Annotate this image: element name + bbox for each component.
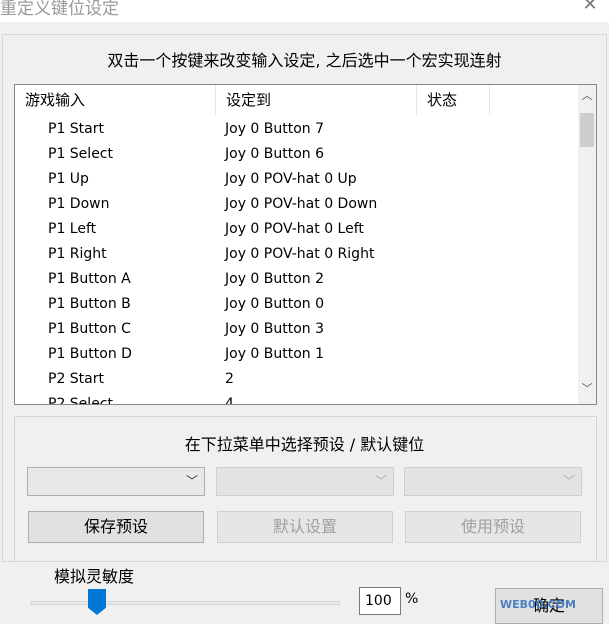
list-item[interactable]: P1 Left Joy 0 POV-hat 0 Left xyxy=(15,217,575,242)
list-item[interactable]: P2 Select 4 xyxy=(15,392,575,405)
list-item[interactable]: P1 Button D Joy 0 Button 1 xyxy=(15,342,575,367)
game-input-cell: P2 Start xyxy=(48,371,104,387)
list-item[interactable]: P2 Start 2 xyxy=(15,367,575,392)
game-input-cell: P1 Select xyxy=(48,146,113,162)
mapped-to-cell: Joy 0 POV-hat 0 Right xyxy=(225,246,375,262)
chevron-down-icon: ﹀ xyxy=(374,474,387,488)
window-title: 重定义键位设定 xyxy=(0,0,119,19)
game-input-cell: P2 Select xyxy=(48,396,113,405)
list-rows: P1 Start Joy 0 Button 7 P1 Select Joy 0 Bu… xyxy=(15,117,575,405)
percent-unit: % xyxy=(405,591,419,607)
column-header-game-input[interactable]: 游戏输入 xyxy=(15,85,216,115)
game-input-cell: P1 Button D xyxy=(48,346,132,362)
mapped-to-cell: 2 xyxy=(225,371,234,387)
mapped-to-cell: 4 xyxy=(225,396,234,405)
preset-dropdown[interactable]: ﹀ xyxy=(27,467,205,496)
game-input-cell: P1 Button B xyxy=(48,296,131,312)
sensitivity-value-input[interactable]: 100 xyxy=(359,587,401,615)
chevron-down-icon[interactable]: ﹀ xyxy=(578,380,596,398)
title-bar: 重定义键位设定 ✕ xyxy=(0,0,609,22)
list-item[interactable]: P1 Up Joy 0 POV-hat 0 Up xyxy=(15,167,575,192)
list-item[interactable]: P1 Right Joy 0 POV-hat 0 Right xyxy=(15,242,575,267)
game-input-cell: P1 Up xyxy=(48,171,89,187)
column-header-status[interactable]: 状态 xyxy=(417,85,490,115)
game-input-cell: P1 Right xyxy=(48,246,107,262)
list-item[interactable]: P1 Button A Joy 0 Button 2 xyxy=(15,267,575,292)
mapped-to-cell: Joy 0 Button 6 xyxy=(225,146,325,162)
list-item[interactable]: P1 Down Joy 0 POV-hat 0 Down xyxy=(15,192,575,217)
game-input-cell: P1 Button A xyxy=(48,271,131,287)
close-icon[interactable]: ✕ xyxy=(577,0,603,16)
preset-dropdown-2[interactable]: ﹀ xyxy=(216,467,394,496)
mapped-to-cell: Joy 0 POV-hat 0 Up xyxy=(225,171,357,187)
use-preset-button[interactable]: 使用预设 xyxy=(405,511,581,543)
list-item[interactable]: P1 Button C Joy 0 Button 3 xyxy=(15,317,575,342)
instruction-text: 双击一个按键来改变输入设定, 之后选中一个宏实现连射 xyxy=(107,51,502,70)
game-input-cell: P1 Button C xyxy=(48,321,131,337)
game-input-cell: P1 Start xyxy=(48,121,104,137)
chevron-down-icon: ﹀ xyxy=(562,474,575,488)
preset-dropdown-3[interactable]: ﹀ xyxy=(404,467,582,496)
mapped-to-cell: Joy 0 POV-hat 0 Left xyxy=(225,221,364,237)
mapped-to-cell: Joy 0 Button 0 xyxy=(225,296,325,312)
scrollbar-thumb[interactable] xyxy=(580,113,594,147)
chevron-up-icon[interactable]: ︿ xyxy=(578,87,596,105)
game-input-cell: P1 Left xyxy=(48,221,97,237)
mapped-to-cell: Joy 0 Button 2 xyxy=(225,271,325,287)
list-scrollbar[interactable]: ︿ ﹀ xyxy=(578,85,596,404)
watermark: WEB00.COM xyxy=(500,598,576,611)
list-item[interactable]: P1 Start Joy 0 Button 7 xyxy=(15,117,575,142)
mapped-to-cell: Joy 0 Button 7 xyxy=(225,121,325,137)
column-header-mapped-to[interactable]: 设定到 xyxy=(216,85,417,115)
sensitivity-slider-track[interactable] xyxy=(31,601,340,605)
mapped-to-cell: Joy 0 Button 1 xyxy=(225,346,325,362)
list-item[interactable]: P1 Button B Joy 0 Button 0 xyxy=(15,292,575,317)
sensitivity-label: 模拟灵敏度 xyxy=(54,567,135,586)
mapped-to-cell: Joy 0 POV-hat 0 Down xyxy=(225,196,378,212)
preset-group-title: 在下拉菜单中选择预设 / 默认键位 xyxy=(184,435,425,454)
save-preset-button[interactable]: 保存预设 xyxy=(28,511,204,543)
default-settings-button[interactable]: 默认设置 xyxy=(217,511,393,543)
key-mapping-list[interactable]: 游戏输入 设定到 状态 P1 Start Joy 0 Button 7 P1 Se… xyxy=(14,84,597,405)
mapped-to-cell: Joy 0 Button 3 xyxy=(225,321,325,337)
list-item[interactable]: P1 Select Joy 0 Button 6 xyxy=(15,142,575,167)
list-header: 游戏输入 设定到 状态 xyxy=(15,85,575,115)
game-input-cell: P1 Down xyxy=(48,196,110,212)
chevron-down-icon: ﹀ xyxy=(185,474,198,488)
